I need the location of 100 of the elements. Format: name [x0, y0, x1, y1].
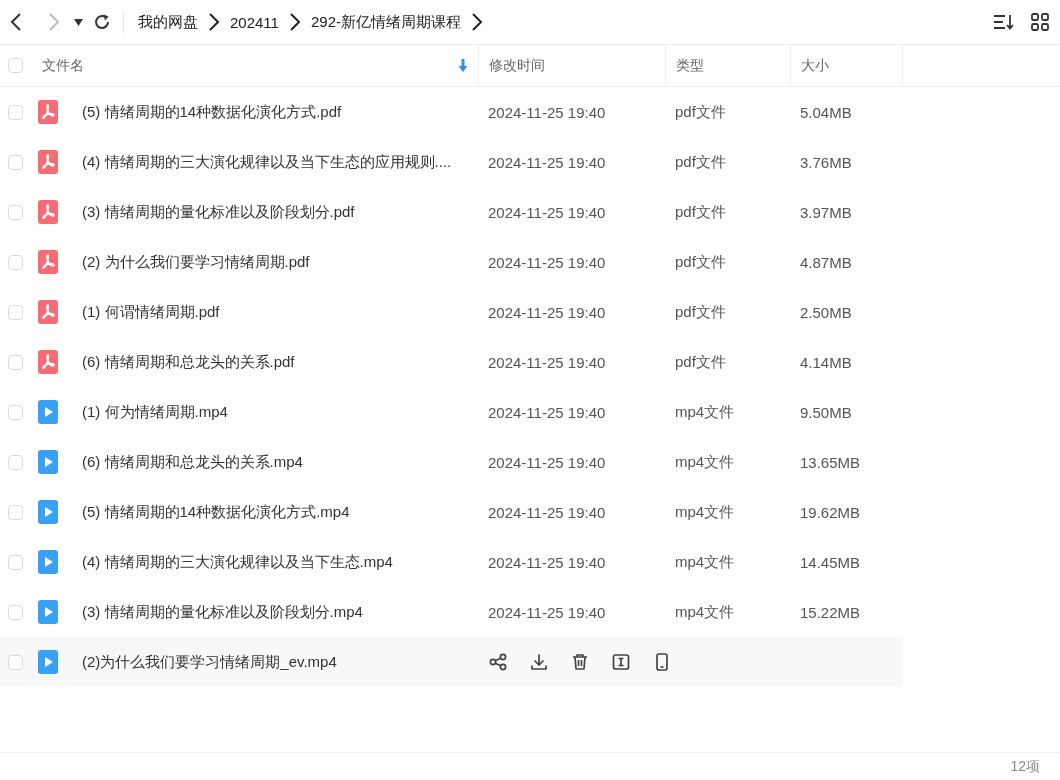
file-size: 19.62MB: [799, 503, 862, 521]
file-name[interactable]: (5) 情绪周期的14种数据化演化方式.mp4: [82, 502, 350, 522]
breadcrumb-separator-icon: [208, 12, 220, 32]
breadcrumb-link[interactable]: 我的网盘: [138, 12, 198, 32]
modified-time: 2024-11-25 19:40: [487, 603, 607, 621]
pdf-file-icon: [38, 350, 58, 374]
breadcrumb-link[interactable]: 292-新亿情绪周期课程: [310, 12, 461, 32]
file-name[interactable]: (1) 何谓情绪周期.pdf: [82, 302, 220, 322]
refresh-icon[interactable]: [93, 13, 111, 31]
file-name[interactable]: (4) 情绪周期的三大演化规律以及当下生态的应用规则....: [82, 152, 452, 172]
modified-time: 2024-11-25 19:40: [487, 453, 607, 471]
row-checkbox[interactable]: [8, 104, 23, 120]
modified-time: 2024-11-25 19:40: [487, 503, 607, 521]
file-row[interactable]: (5) 情绪周期的14种数据化演化方式.mp4 2024-11-25 19:40 mp4文件 19.62MB: [0, 487, 903, 537]
highlighted-row[interactable]: (2)为什么我们要学习情绪周期_ev.mp4: [0, 637, 903, 687]
pdf-file-icon: [38, 200, 58, 224]
column-header[interactable]: 类型: [665, 45, 790, 86]
file-row[interactable]: (4) 情绪周期的三大演化规律以及当下生态.mp4 2024-11-25 19:40 mp4文件 14.45MB: [0, 537, 903, 587]
file-type: mp4文件: [674, 552, 736, 572]
file-type: pdf文件: [674, 252, 727, 272]
breadcrumb-separator-icon: [288, 12, 301, 32]
file-size: 9.50MB: [799, 403, 853, 421]
row-checkbox[interactable]: [8, 304, 23, 320]
row-checkbox[interactable]: [8, 404, 23, 420]
file-name[interactable]: (3) 情绪周期的量化标准以及阶段划分.pdf: [82, 202, 355, 222]
modified-time: 2024-11-25 19:40: [487, 103, 607, 121]
file-type: mp4文件: [674, 602, 736, 622]
video-file-icon: [38, 450, 58, 474]
video-file-icon: [38, 400, 58, 424]
file-row[interactable]: (2) 为什么我们要学习情绪周期.pdf 2024-11-25 19:40 pdf文件 4.87MB: [0, 237, 903, 287]
trash-icon[interactable]: [570, 652, 590, 672]
breadcrumb-separator-icon: [471, 12, 483, 32]
grid-view-icon[interactable]: [1031, 13, 1049, 31]
file-type: pdf文件: [674, 202, 727, 222]
dropdown-caret-icon[interactable]: [74, 18, 83, 26]
column-header[interactable]: 修改时间: [478, 45, 665, 86]
file-size: 5.04MB: [799, 103, 853, 121]
download-icon[interactable]: [529, 652, 549, 672]
file-row[interactable]: (3) 情绪周期的量化标准以及阶段划分.pdf 2024-11-25 19:40 pdf文件 3.97MB: [0, 187, 903, 237]
file-row[interactable]: (4) 情绪周期的三大演化规律以及当下生态的应用规则.... 2024-11-25 19:40 pdf文件 3.76MB: [0, 137, 903, 187]
pdf-file-icon: [38, 150, 58, 174]
file-type: pdf文件: [674, 152, 727, 172]
breadcrumb-link[interactable]: 202411: [230, 13, 279, 31]
file-name[interactable]: (6) 情绪周期和总龙头的关系.mp4: [82, 452, 303, 472]
modified-time: 2024-11-25 19:40: [487, 303, 607, 321]
row-checkbox[interactable]: [8, 454, 23, 470]
file-row[interactable]: (6) 情绪周期和总龙头的关系.pdf 2024-11-25 19:40 pdf文件 4.14MB: [0, 337, 903, 387]
video-file-icon: [38, 500, 58, 524]
sort-icon[interactable]: [993, 13, 1015, 31]
column-header[interactable]: 大小: [790, 45, 903, 86]
file-row[interactable]: (5) 情绪周期的14种数据化演化方式.pdf 2024-11-25 19:40 pdf文件 5.04MB: [0, 87, 903, 137]
video-file-icon: [38, 650, 58, 674]
file-size: 13.65MB: [799, 453, 862, 471]
file-size: 2.50MB: [799, 303, 853, 321]
file-size: 4.87MB: [799, 253, 853, 271]
row-checkbox[interactable]: [8, 504, 23, 520]
item-count: 12项: [1010, 757, 1040, 776]
file-row[interactable]: (3) 情绪周期的量化标准以及阶段划分.mp4 2024-11-25 19:40 mp4文件 15.22MB: [0, 587, 903, 637]
file-type: mp4文件: [674, 402, 736, 422]
modified-time: 2024-11-25 19:40: [487, 253, 607, 271]
file-type: pdf文件: [674, 102, 727, 122]
pdf-file-icon: [38, 250, 58, 274]
modified-time: 2024-11-25 19:40: [487, 203, 607, 221]
back-icon[interactable]: [10, 12, 22, 32]
row-checkbox[interactable]: [8, 254, 23, 270]
share-icon[interactable]: [488, 652, 508, 672]
file-type: pdf文件: [674, 352, 727, 372]
video-file-icon: [38, 550, 58, 574]
row-checkbox[interactable]: [8, 554, 23, 570]
row-checkbox[interactable]: [8, 654, 23, 670]
modified-time: 2024-11-25 19:40: [487, 553, 607, 571]
pdf-file-icon: [38, 100, 58, 124]
file-name[interactable]: (3) 情绪周期的量化标准以及阶段划分.mp4: [82, 602, 363, 622]
file-name[interactable]: (4) 情绪周期的三大演化规律以及当下生态.mp4: [82, 552, 393, 572]
file-name[interactable]: (2) 为什么我们要学习情绪周期.pdf: [82, 252, 310, 272]
modified-time: 2024-11-25 19:40: [487, 153, 607, 171]
modified-time: 2024-11-25 19:40: [487, 403, 607, 421]
file-row[interactable]: (1) 何为情绪周期.mp4 2024-11-25 19:40 mp4文件 9.50MB: [0, 387, 903, 437]
file-type: mp4文件: [674, 502, 736, 522]
file-type: mp4文件: [674, 452, 736, 472]
row-checkbox[interactable]: [8, 354, 23, 370]
row-checkbox[interactable]: [8, 154, 23, 170]
file-name[interactable]: (1) 何为情绪周期.mp4: [82, 402, 228, 422]
forward-icon[interactable]: [48, 12, 60, 32]
file-size: 15.22MB: [799, 603, 862, 621]
modified-time: 2024-11-25 19:40: [487, 353, 607, 371]
row-checkbox[interactable]: [8, 204, 23, 220]
file-name[interactable]: (6) 情绪周期和总龙头的关系.pdf: [82, 352, 295, 372]
column-header[interactable]: 文件名: [42, 56, 458, 75]
file-type: pdf文件: [674, 302, 727, 322]
file-row[interactable]: (1) 何谓情绪周期.pdf 2024-11-25 19:40 pdf文件 2.50MB: [0, 287, 903, 337]
select-all-checkbox[interactable]: [8, 58, 23, 73]
file-row[interactable]: (6) 情绪周期和总龙头的关系.mp4 2024-11-25 19:40 mp4文件 13.65MB: [0, 437, 903, 487]
file-name[interactable]: (5) 情绪周期的14种数据化演化方式.pdf: [82, 102, 342, 122]
file-size: 3.97MB: [799, 203, 853, 221]
pdf-file-icon: [38, 300, 58, 324]
row-checkbox[interactable]: [8, 604, 23, 620]
file-name[interactable]: (2)为什么我们要学习情绪周期_ev.mp4: [82, 652, 337, 672]
rename-icon[interactable]: [611, 652, 631, 672]
file-size: 3.76MB: [799, 153, 853, 171]
